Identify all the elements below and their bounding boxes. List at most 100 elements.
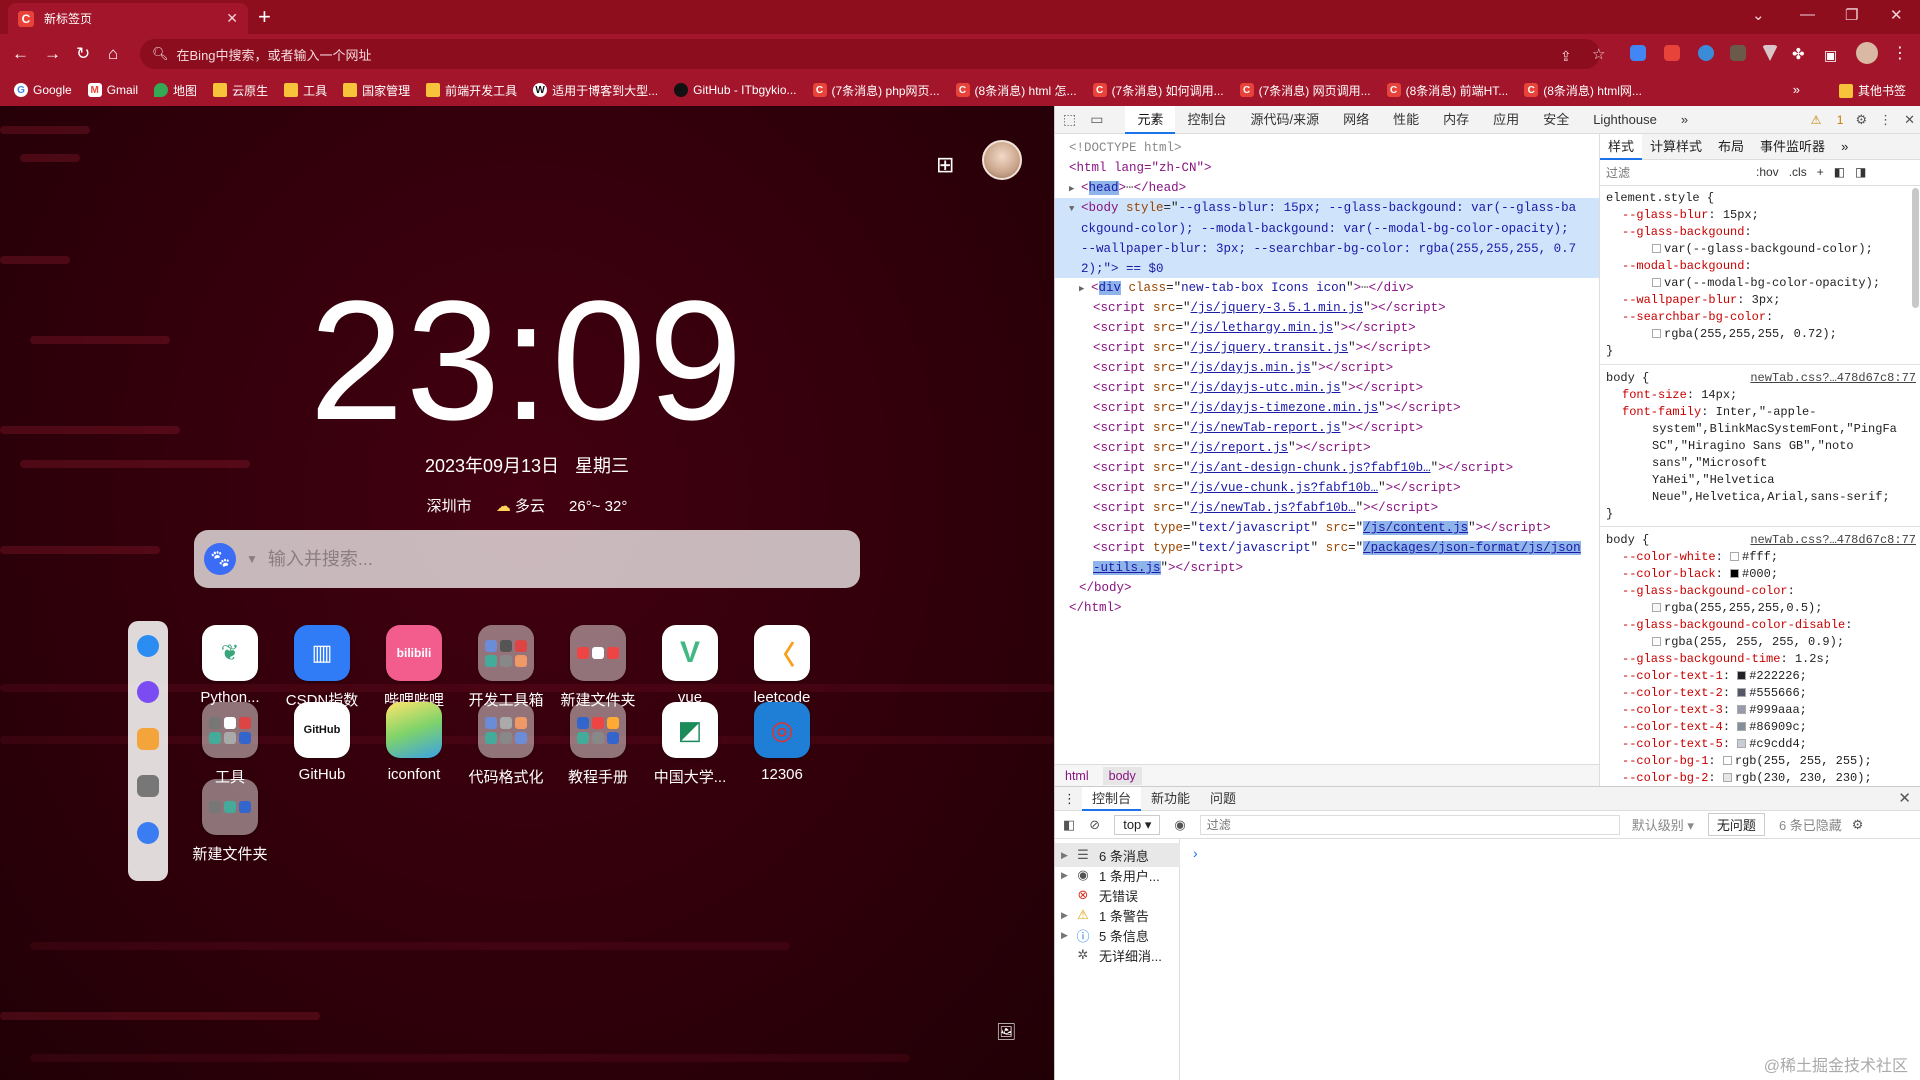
dom-node-head[interactable]: ▶ <head>⋯</head>: [1055, 178, 1599, 199]
app-shortcut[interactable]: GitHub GitHub: [276, 702, 368, 783]
devtools-close-icon[interactable]: ✕: [1904, 112, 1915, 128]
style-property[interactable]: font-size: 14px;: [1600, 387, 1920, 404]
css-variable[interactable]: --color-bg-1: rgb(255, 255, 255);: [1600, 753, 1920, 770]
minimize-icon[interactable]: —: [1800, 6, 1815, 23]
tab-console[interactable]: 控制台: [1175, 106, 1238, 134]
color-swatch[interactable]: [1730, 569, 1740, 578]
back-icon[interactable]: ←: [12, 43, 29, 65]
style-property-value[interactable]: rgba(255,255,255, 0.72);: [1600, 326, 1920, 343]
dom-node-script[interactable]: <script src="/js/dayjs-timezone.min.js">…: [1055, 398, 1599, 418]
bookmark-item[interactable]: GitHub - ITbgykio...: [674, 83, 797, 97]
reload-icon[interactable]: ↻: [76, 43, 90, 65]
dom-node-script[interactable]: <script src="/js/report.js"></script>: [1055, 438, 1599, 458]
breadcrumb-item-current[interactable]: body: [1102, 766, 1142, 785]
bookmark-item[interactable]: W 适用于博客到大型...: [533, 82, 658, 99]
drawer-tab-console[interactable]: 控制台: [1082, 786, 1142, 811]
css-variable[interactable]: --glass-backgound-time: 1.2s;: [1600, 651, 1920, 668]
console-filter-input[interactable]: [1199, 814, 1620, 835]
new-tab-button[interactable]: +: [258, 4, 271, 30]
restore-icon[interactable]: ❐: [1845, 6, 1858, 24]
tab-sources[interactable]: 源代码/来源: [1239, 106, 1332, 134]
color-swatch[interactable]: [1730, 552, 1740, 561]
expand-triangle-icon[interactable]: ▶: [1061, 850, 1075, 861]
profile-avatar[interactable]: [1856, 42, 1878, 64]
app-folder[interactable]: 教程手册: [552, 702, 644, 787]
dock-app-icon[interactable]: [137, 681, 159, 703]
color-swatch[interactable]: [1737, 705, 1747, 714]
style-property[interactable]: --glass-blur: 15px;: [1600, 207, 1920, 224]
drawer-close-icon[interactable]: ✕: [1898, 789, 1911, 807]
dom-node-script[interactable]: <script src="/js/jquery-3.5.1.min.js"></…: [1055, 298, 1599, 318]
dom-node-script[interactable]: <script src="/js/newTab.js?fabf10b…"></s…: [1055, 498, 1599, 518]
tab-security[interactable]: 安全: [1531, 106, 1581, 134]
dom-node-script[interactable]: <script src="/js/dayjs-utc.min.js"></scr…: [1055, 378, 1599, 398]
share-icon[interactable]: ⇪: [1560, 45, 1572, 67]
app-shortcut[interactable]: ◩ 中国大学...: [644, 702, 736, 787]
baidu-engine-icon[interactable]: 🐾︎: [204, 543, 236, 575]
drawer-tab-whats-new[interactable]: 新功能: [1141, 787, 1200, 811]
search-input[interactable]: [267, 548, 828, 570]
app-shortcut[interactable]: ▥ CSDN指数: [276, 625, 368, 710]
bookmark-item[interactable]: C (8条消息) html网...: [1524, 82, 1642, 99]
bookmark-star-icon[interactable]: ☆: [1592, 44, 1605, 66]
device-toggle-icon[interactable]: ▭: [1090, 111, 1103, 128]
style-property-value[interactable]: var(--modal-bg-color-opacity);: [1600, 275, 1920, 292]
user-avatar[interactable]: [982, 140, 1022, 180]
color-swatch[interactable]: [1737, 671, 1747, 680]
weather-widget[interactable]: 深圳市 ☁ 多云 26°~ 32°: [0, 495, 1054, 516]
browser-tab-active[interactable]: C 新标签页 ✕: [8, 3, 248, 34]
styles-filter-input[interactable]: [1606, 165, 1746, 180]
warning-badge[interactable]: ⚠ 1: [1811, 113, 1844, 127]
style-property[interactable]: --searchbar-bg-color:: [1600, 309, 1920, 326]
app-shortcut[interactable]: bilibili 哔哩哔哩: [368, 625, 460, 710]
dom-node-div[interactable]: ▶ <div class="new-tab-box Icons icon">⋯</…: [1055, 278, 1599, 299]
app-folder[interactable]: 新建文件夹: [184, 779, 276, 864]
more-tabs-chevron-icon[interactable]: »: [1669, 106, 1700, 134]
more-panes-chevron-icon[interactable]: »: [1833, 134, 1856, 160]
forward-icon[interactable]: →: [44, 43, 61, 65]
dom-node-script[interactable]: <script src="/js/ant-design-chunk.js?fab…: [1055, 458, 1599, 478]
console-sidebar-toggle-icon[interactable]: ◧: [1063, 817, 1075, 833]
dom-node-script[interactable]: <script type="text/javascript" src="/pac…: [1055, 538, 1599, 578]
tab-network[interactable]: 网络: [1331, 106, 1381, 134]
css-variable-value[interactable]: rgba(255, 255, 255, 0.9);: [1600, 634, 1920, 651]
add-rule-icon[interactable]: +: [1817, 164, 1824, 181]
style-property-value[interactable]: var(--glass-backgound-color);: [1600, 241, 1920, 258]
issues-button[interactable]: 无问题: [1707, 813, 1765, 836]
extension-csdn-icon[interactable]: [1664, 45, 1680, 61]
style-property[interactable]: --modal-backgound:: [1600, 258, 1920, 275]
css-variable[interactable]: --color-text-5: #c9cdd4;: [1600, 736, 1920, 753]
tab-close-icon[interactable]: ✕: [226, 10, 238, 27]
bookmark-item[interactable]: 地图: [154, 82, 197, 99]
extension-drive-icon[interactable]: [1630, 45, 1646, 61]
css-variable-value[interactable]: rgba(255,255,255,0.5);: [1600, 600, 1920, 617]
app-folder[interactable]: 工具: [184, 702, 276, 787]
settings-gear-icon[interactable]: ⚙: [1855, 112, 1867, 128]
css-variable[interactable]: --color-text-3: #999aaa;: [1600, 702, 1920, 719]
color-swatch[interactable]: [1737, 722, 1747, 731]
tab-application[interactable]: 应用: [1481, 106, 1531, 134]
dock-app-icon[interactable]: [137, 822, 159, 844]
console-prompt-chevron-icon[interactable]: ›: [1193, 845, 1198, 861]
color-swatch[interactable]: [1737, 739, 1747, 748]
css-variable[interactable]: --color-black: #000;: [1600, 566, 1920, 583]
engine-dropdown-caret-icon[interactable]: ▼: [246, 552, 258, 566]
style-property[interactable]: --glass-backgound:: [1600, 224, 1920, 241]
dom-node-script[interactable]: <script src="/js/newTab-report.js"></scr…: [1055, 418, 1599, 438]
address-bar[interactable]: 🔍︎ 在Bing中搜索，或者输入一个网址: [140, 39, 1600, 69]
color-swatch[interactable]: [1652, 637, 1661, 646]
log-level-dropdown[interactable]: 默认级别 ▾: [1632, 815, 1694, 834]
tab-elements[interactable]: 元素: [1125, 105, 1176, 134]
devtools-menu-icon[interactable]: ⋮: [1879, 112, 1892, 128]
extension-image-icon[interactable]: [1730, 45, 1746, 61]
color-swatch[interactable]: [1652, 278, 1661, 287]
expand-triangle-icon[interactable]: ▶: [1061, 910, 1075, 921]
menu-kebab-icon[interactable]: ⋮: [1892, 43, 1908, 65]
bookmark-item[interactable]: C (7条消息) php网页...: [812, 82, 940, 99]
tab-styles[interactable]: 样式: [1600, 134, 1643, 160]
color-swatch[interactable]: [1722, 756, 1732, 765]
tab-search-chevron-icon[interactable]: ⌄: [1752, 6, 1765, 24]
color-swatch[interactable]: [1652, 603, 1661, 612]
expand-triangle-icon[interactable]: ▶: [1079, 279, 1091, 299]
wallpaper-picture-icon[interactable]: 🖼︎: [996, 1022, 1016, 1042]
